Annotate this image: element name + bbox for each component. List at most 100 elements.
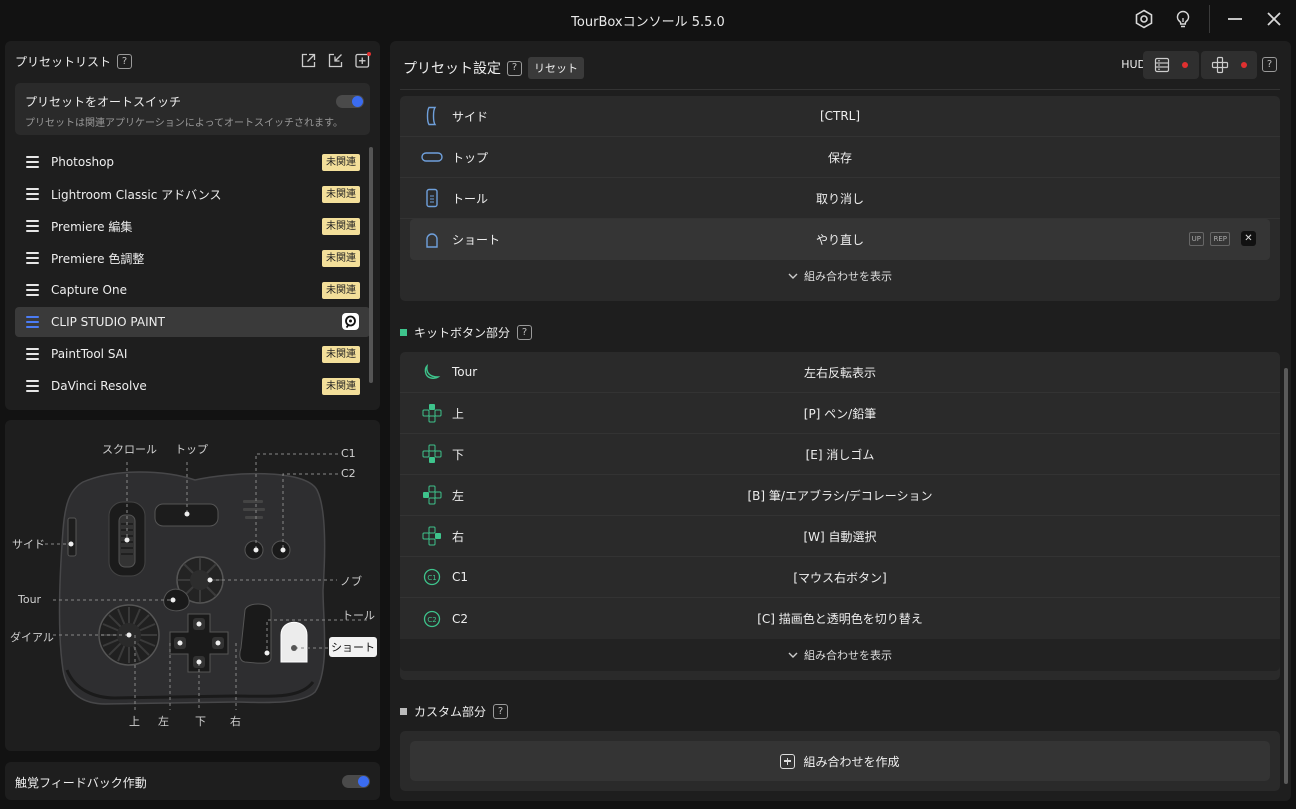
button-action: [マウス右ボタン] — [793, 570, 887, 585]
kit-row-left[interactable]: 左 [B] 筆/エアブラシ/デコレーション — [400, 475, 1280, 516]
button-name: 上 — [452, 406, 465, 421]
drag-handle-icon[interactable] — [26, 284, 39, 296]
label-tour: Tour — [18, 593, 42, 606]
dpad-down-icon — [420, 444, 444, 464]
label-dial: ダイアル — [10, 631, 54, 644]
kit-row-down[interactable]: 下 [E] 消しゴム — [400, 434, 1280, 475]
hud-status-dot — [1182, 62, 1188, 68]
kit-row-tour[interactable]: Tour 左右反転表示 — [400, 352, 1280, 393]
unlinked-badge: 未関連 — [322, 282, 360, 299]
preset-item-clip-studio[interactable]: CLIP STUDIO PAINT — [15, 307, 370, 337]
preset-item-davinci[interactable]: DaVinci Resolve 未関連 — [15, 371, 370, 401]
button-row-short[interactable]: ショート やり直し UP REP ✕ — [410, 219, 1270, 260]
main-buttons-card: サイド [CTRL] トップ 保存 トール 取り消し ショート やり直し UP … — [400, 96, 1280, 301]
label-right: 右 — [230, 715, 241, 728]
tourbox-device-illustration — [45, 453, 367, 710]
kit-row-c2[interactable]: C2 C2 [C] 描画色と透明色を切り替え — [400, 598, 1280, 639]
create-combo-label: 組み合わせを作成 — [803, 754, 900, 769]
button-row-tall[interactable]: トール 取り消し — [400, 178, 1280, 219]
c2-button-icon: C2 — [420, 610, 444, 628]
autoswitch-toggle[interactable] — [336, 95, 364, 108]
lightbulb-icon[interactable] — [1171, 7, 1195, 31]
help-icon[interactable]: ? — [117, 54, 133, 69]
hexagon-gear-icon[interactable] — [1132, 7, 1156, 31]
custom-section-marker — [400, 708, 407, 715]
minimize-icon[interactable] — [1223, 7, 1247, 31]
drag-handle-icon[interactable] — [26, 188, 39, 200]
button-name: 下 — [452, 447, 465, 462]
button-row-top[interactable]: トップ 保存 — [400, 137, 1280, 178]
drag-handle-icon[interactable] — [26, 156, 39, 168]
kit-row-right[interactable]: 右 [W] 自動選択 — [400, 516, 1280, 557]
clear-action-button[interactable]: ✕ — [1241, 231, 1256, 246]
preset-settings-title: プリセット設定 — [403, 61, 501, 77]
preset-name: Capture One — [51, 283, 127, 297]
hud-dpad-icon — [1211, 56, 1229, 74]
unlinked-badge: 未関連 — [322, 154, 360, 171]
button-name: 右 — [452, 529, 465, 544]
label-c2: C2 — [341, 467, 356, 480]
unlinked-badge: 未関連 — [322, 250, 360, 267]
kit-section-title: キットボタン部分 — [414, 326, 511, 340]
close-icon[interactable] — [1262, 7, 1286, 31]
preset-settings-panel: プリセット設定 ? リセット HUD ? サイド [CTRL] トップ 保存 ト… — [390, 41, 1291, 801]
drag-handle-icon[interactable] — [26, 380, 39, 392]
up-tag[interactable]: UP — [1188, 232, 1204, 246]
button-name: ショート — [452, 233, 501, 247]
button-name: C2 — [452, 611, 469, 626]
short-button-icon — [420, 231, 444, 249]
import-icon[interactable] — [327, 52, 344, 69]
button-action: [B] 筆/エアブラシ/デコレーション — [747, 488, 933, 503]
add-preset-icon[interactable] — [354, 52, 371, 69]
preset-item-premiere-edit[interactable]: Premiere 編集 未関連 — [15, 211, 370, 241]
kit-section-header: キットボタン部分 ? — [400, 324, 533, 341]
c1-button-icon: C1 — [420, 568, 444, 586]
label-left: 左 — [158, 715, 169, 728]
drag-handle-icon[interactable] — [26, 220, 39, 232]
clip-studio-app-icon — [342, 313, 359, 330]
show-combos-label: 組み合わせを表示 — [804, 649, 892, 662]
hud-list-button[interactable] — [1143, 51, 1199, 79]
preset-item-capture-one[interactable]: Capture One 未関連 — [15, 275, 370, 305]
hud-status-dot — [1241, 62, 1247, 68]
rep-tag[interactable]: REP — [1210, 232, 1230, 246]
chevron-down-icon — [788, 652, 798, 658]
create-combo-button[interactable]: 組み合わせを作成 — [410, 741, 1270, 781]
button-action: [C] 描画色と透明色を切り替え — [757, 612, 923, 626]
kit-row-up[interactable]: 上 [P] ペン/鉛筆 — [400, 393, 1280, 434]
kit-row-c1[interactable]: C1 C1 [マウス右ボタン] — [400, 557, 1280, 598]
button-name: トップ — [452, 150, 489, 165]
preset-item-lightroom[interactable]: Lightroom Classic アドバンス 未関連 — [15, 179, 370, 209]
preset-item-painttool-sai[interactable]: PaintTool SAI 未関連 — [15, 339, 370, 369]
button-row-side[interactable]: サイド [CTRL] — [400, 96, 1280, 137]
kit-buttons-card: Tour 左右反転表示 上 [P] ペン/鉛筆 下 [E] 消しゴム 左 [B]… — [400, 352, 1280, 680]
preset-item-premiere-color[interactable]: Premiere 色調整 未関連 — [15, 243, 370, 273]
preset-name: Lightroom Classic アドバンス — [51, 187, 222, 202]
header-divider — [400, 89, 1280, 90]
preset-item-photoshop[interactable]: Photoshop 未関連 — [15, 147, 370, 177]
reset-button[interactable]: リセット — [528, 57, 584, 79]
preset-list-scrollbar[interactable] — [369, 147, 373, 383]
export-icon[interactable] — [300, 52, 317, 69]
unlinked-badge: 未関連 — [322, 186, 360, 203]
dpad-left-icon — [420, 485, 444, 505]
help-icon[interactable]: ? — [1262, 57, 1277, 72]
drag-handle-icon[interactable] — [26, 316, 39, 328]
custom-section-header: カスタム部分 ? — [400, 703, 509, 720]
dpad-up-icon — [420, 403, 444, 423]
unlinked-badge: 未関連 — [322, 346, 360, 363]
label-side: サイド — [12, 538, 45, 551]
help-icon[interactable]: ? — [493, 704, 509, 719]
drag-handle-icon[interactable] — [26, 348, 39, 360]
settings-scrollbar[interactable] — [1284, 368, 1288, 784]
button-action: [CTRL] — [819, 109, 861, 123]
haptic-toggle[interactable] — [342, 775, 370, 788]
help-icon[interactable]: ? — [507, 60, 522, 76]
hud-dpad-button[interactable] — [1201, 51, 1257, 79]
preset-name: Photoshop — [51, 155, 115, 169]
preset-name: Premiere 編集 — [51, 219, 133, 234]
kit-show-combos-toggle[interactable]: 組み合わせを表示 — [400, 639, 1280, 671]
help-icon[interactable]: ? — [517, 325, 533, 340]
drag-handle-icon[interactable] — [26, 252, 39, 264]
show-combos-toggle[interactable]: 組み合わせを表示 — [400, 260, 1280, 292]
